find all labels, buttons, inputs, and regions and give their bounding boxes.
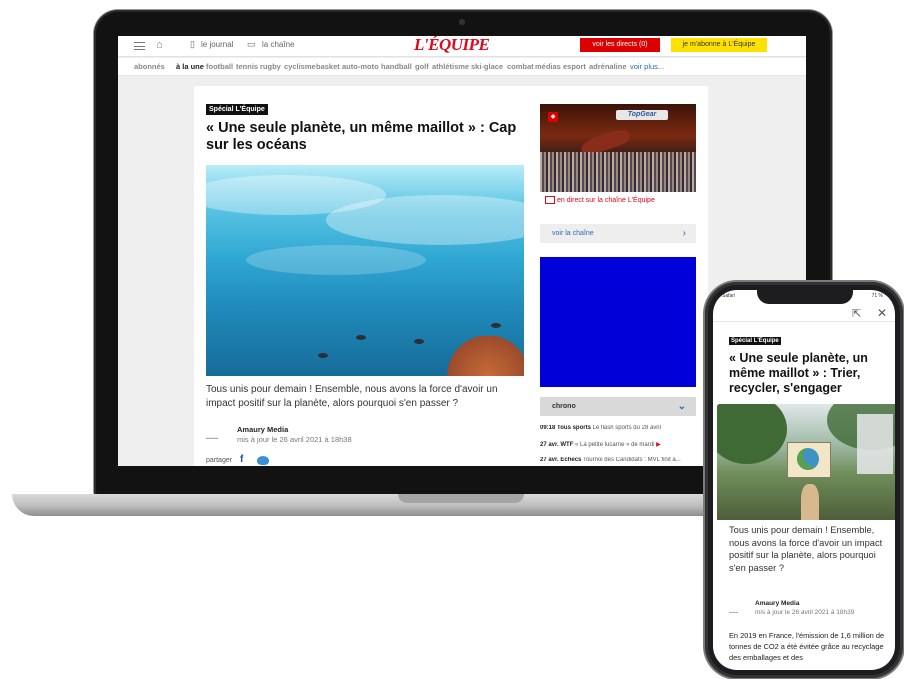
wave-highlight <box>326 195 524 245</box>
nav-item-ski-glace[interactable]: ski-glace <box>471 62 503 71</box>
nav-item-esport[interactable]: esport <box>563 62 586 71</box>
chrono-label: chrono <box>552 403 576 410</box>
earth-icon <box>797 448 819 470</box>
nav-item-tennis[interactable]: tennis <box>236 62 258 71</box>
menu-icon[interactable] <box>134 42 145 50</box>
status-bar-battery: 71 % <box>871 293 883 299</box>
chrono-text: « La petite lucarne » de mardi <box>575 442 655 448</box>
chevron-right-icon: › <box>682 228 686 239</box>
chrono-category: Échecs <box>560 457 582 463</box>
share-icon[interactable]: ⇱ <box>852 307 861 320</box>
channel-link[interactable]: la chaîne <box>262 40 294 49</box>
nav-item-golf[interactable]: golf <box>415 62 429 71</box>
article-tag: Spécial L'Équipe <box>206 104 268 115</box>
fish-shape <box>414 339 424 344</box>
article-hero-image[interactable] <box>717 404 895 520</box>
phone-notch <box>757 290 853 304</box>
laptop-screen: ⌂ ▯ le journal ▭ la chaîne L'ÉQUIPE voir… <box>118 36 806 466</box>
site-header: ⌂ ▯ le journal ▭ la chaîne L'ÉQUIPE voir… <box>118 36 806 57</box>
article-body: En 2019 en France, l'émission de 1,6 mil… <box>729 631 885 662</box>
nav-item-une[interactable]: à la une <box>176 62 204 71</box>
laptop-hinge-notch <box>398 494 524 503</box>
chrono-category: Tous sports <box>557 425 591 431</box>
journal-icon: ▯ <box>190 39 195 49</box>
nav-item-adrenaline[interactable]: adrénaline <box>589 62 627 71</box>
chrono-text: Le flash sports du 28 avril <box>592 425 661 431</box>
phone-screen: Safari 71 % ⇱ ✕ Spécial L'Équipe « Une s… <box>713 290 895 670</box>
chrono-item[interactable]: 27 avr. Échecs Tournoi des Candidats : M… <box>540 457 696 463</box>
laptop-camera <box>459 19 465 25</box>
chrono-item[interactable]: 27 avr. WTF « La petite lucarne » de mar… <box>540 441 696 448</box>
coral-shape <box>434 336 524 376</box>
share-label: partager <box>206 457 233 464</box>
nav-item-handball[interactable]: handball <box>381 62 412 71</box>
nav-item-basket[interactable]: basket <box>316 62 340 71</box>
see-channel-label: voir la chaîne <box>552 230 594 237</box>
chrono-category: WTF <box>560 442 574 448</box>
fish-shape <box>491 323 501 328</box>
author-logo-icon: ▬▬▬ <box>206 435 218 440</box>
chrono-text: Tournoi des Candidats : MVL finit a... <box>582 457 681 463</box>
crowd-shape <box>540 152 696 192</box>
lequipe-logo[interactable]: L'ÉQUIPE <box>414 36 490 55</box>
article-summary: Tous unis pour demain ! Ensemble, nous a… <box>206 384 498 409</box>
nav-item-athletisme[interactable]: athlétisme <box>432 62 469 71</box>
article-summary: Tous unis pour demain ! Ensemble, nous a… <box>729 525 883 573</box>
ad-banner[interactable] <box>540 257 696 387</box>
nav-item-abonnes[interactable]: abonnés <box>134 62 165 71</box>
article-headline[interactable]: « Une seule planète, un même maillot » :… <box>729 351 891 396</box>
tv-show-logo: TopGear <box>616 110 668 120</box>
sports-nav: abonnés à la une football tennis rugby c… <box>118 58 806 76</box>
nav-item-cyclisme[interactable]: cyclisme <box>284 62 316 71</box>
banner-shape <box>857 414 893 474</box>
author-name: Amaury Media <box>237 425 289 434</box>
chevron-down-icon: ⌄ <box>677 401 686 412</box>
play-icon: ▶ <box>656 442 661 448</box>
chrono-time: 27 avr. <box>540 442 559 448</box>
twitter-icon[interactable] <box>257 456 269 465</box>
see-channel-button[interactable]: voir la chaîne › <box>540 224 696 243</box>
nav-item-auto-moto[interactable]: auto-moto <box>342 62 379 71</box>
nav-item-rugby[interactable]: rugby <box>260 62 281 71</box>
tv-icon: ▭ <box>247 39 256 49</box>
fish-shape <box>356 335 366 340</box>
chrono-time: 09:18 <box>540 425 556 431</box>
author-logo-icon: ▬▬▬ <box>729 610 738 614</box>
article-tag: Spécial L'Équipe <box>729 337 781 345</box>
nav-item-football[interactable]: football <box>206 62 233 71</box>
nav-item-combat[interactable]: combat <box>507 62 534 71</box>
article-date: mis à jour le 26 avril 2021 à 18h38 <box>237 435 352 444</box>
fish-shape <box>318 353 328 358</box>
divider <box>713 321 895 322</box>
chrono-dropdown[interactable]: chrono ⌄ <box>540 397 696 416</box>
home-icon[interactable]: ⌂ <box>156 39 163 51</box>
wave-highlight <box>246 245 426 275</box>
chrono-item[interactable]: 09:18 Tous sports Le flash sports du 28 … <box>540 425 696 431</box>
live-channel-link[interactable]: en direct sur la chaîne L'Équipe <box>557 197 655 204</box>
journal-link[interactable]: le journal <box>201 40 233 49</box>
subscribe-button[interactable]: je m'abonne à L'Équipe <box>671 38 767 52</box>
tree-shape <box>717 404 787 464</box>
person-shape <box>801 484 819 520</box>
live-button[interactable]: voir les directs (0) <box>580 38 660 52</box>
author-name: Amaury Media <box>755 600 800 607</box>
channel-badge-icon: ◆ <box>548 112 558 122</box>
article-panel: Spécial L'Équipe « Une seule planète, un… <box>194 86 708 466</box>
nav-more-link[interactable]: voir plus... <box>630 62 664 71</box>
facebook-icon[interactable]: f <box>240 454 243 465</box>
live-tv-thumbnail[interactable]: TopGear ◆ <box>540 104 696 192</box>
tv-icon <box>545 196 555 204</box>
article-hero-image[interactable] <box>206 165 524 376</box>
article-headline[interactable]: « Une seule planète, un même maillot » :… <box>206 120 526 154</box>
chrono-time: 27 avr. <box>540 457 559 463</box>
article-date: mis à jour le 26 avril 2021 à 18h39 <box>755 609 855 616</box>
status-bar-left: Safari <box>722 293 736 299</box>
close-icon[interactable]: ✕ <box>877 306 887 320</box>
nav-item-medias[interactable]: médias <box>535 62 561 71</box>
